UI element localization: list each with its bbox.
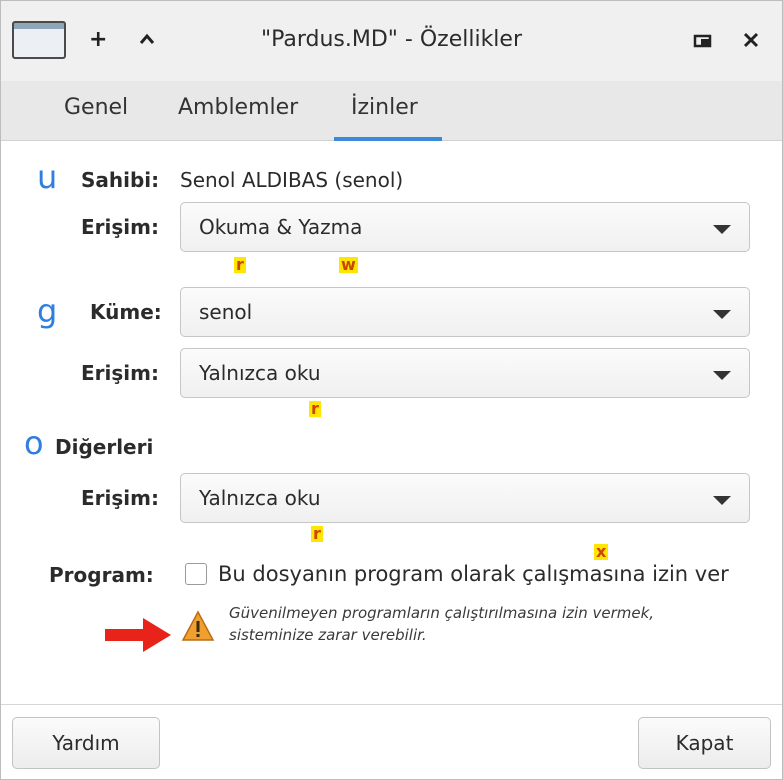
warning-line-1: Güvenilmeyen programların çalıştırılması… — [229, 604, 655, 622]
owner-access-label: Erişim: — [81, 215, 159, 239]
close-button[interactable]: Kapat — [638, 717, 771, 769]
execute-checkbox-label[interactable]: Bu dosyanın program olarak çalışmasına i… — [218, 559, 729, 589]
red-arrow-icon — [105, 618, 171, 652]
warning-text: Güvenilmeyen programların çalıştırılması… — [229, 602, 654, 646]
active-tab-indicator — [334, 137, 442, 141]
chevron-up-icon[interactable] — [137, 31, 157, 47]
button-separator — [1, 704, 782, 705]
owner-marker: u — [37, 158, 58, 196]
dropdown-arrow-icon — [713, 310, 731, 319]
restore-icon[interactable] — [693, 33, 713, 49]
owner-access-value: Okuma & Yazma — [199, 215, 363, 239]
program-label: Program: — [49, 563, 154, 587]
title-bar: + "Pardus.MD" - Özellikler — [1, 1, 782, 82]
window-title: "Pardus.MD" - Özellikler — [260, 27, 523, 52]
tab-emblems[interactable]: Amblemler — [178, 93, 298, 123]
execute-mark: x — [594, 542, 609, 561]
others-label: Diğerleri — [55, 435, 154, 459]
close-icon[interactable] — [742, 31, 760, 49]
warning-icon — [181, 610, 215, 642]
owner-write-mark: w — [339, 255, 358, 274]
window-menu-icon[interactable] — [12, 21, 66, 59]
group-dropdown[interactable]: senol — [180, 287, 750, 337]
group-read-mark: r — [309, 399, 321, 418]
group-value: senol — [199, 300, 253, 324]
tab-general[interactable]: Genel — [64, 93, 128, 123]
group-marker: g — [37, 292, 58, 330]
others-access-label: Erişim: — [81, 486, 159, 510]
owner-value: Senol ALDIBAS (senol) — [180, 168, 404, 192]
dropdown-arrow-icon — [713, 496, 731, 505]
group-access-label: Erişim: — [81, 361, 159, 385]
warning-line-2: sisteminize zarar verebilir. — [229, 626, 427, 644]
tab-permissions[interactable]: İzinler — [351, 93, 418, 123]
help-button[interactable]: Yardım — [12, 717, 160, 769]
add-icon[interactable]: + — [89, 25, 107, 55]
group-access-dropdown[interactable]: Yalnızca oku — [180, 348, 750, 398]
others-marker: o — [24, 424, 44, 462]
owner-access-dropdown[interactable]: Okuma & Yazma — [180, 202, 750, 252]
owner-read-mark: r — [234, 255, 246, 274]
group-access-value: Yalnızca oku — [199, 361, 321, 385]
execute-checkbox[interactable] — [185, 563, 207, 585]
group-label: Küme: — [90, 300, 162, 324]
tab-bar: Genel Amblemler İzinler — [1, 81, 782, 141]
dropdown-arrow-icon — [713, 225, 731, 234]
others-read-mark: r — [311, 524, 323, 543]
properties-window: + "Pardus.MD" - Özellikler Genel Ambleml… — [0, 0, 783, 780]
others-access-dropdown[interactable]: Yalnızca oku — [180, 473, 750, 523]
dropdown-arrow-icon — [713, 371, 731, 380]
owner-label: Sahibi: — [81, 168, 160, 192]
others-access-value: Yalnızca oku — [199, 486, 321, 510]
